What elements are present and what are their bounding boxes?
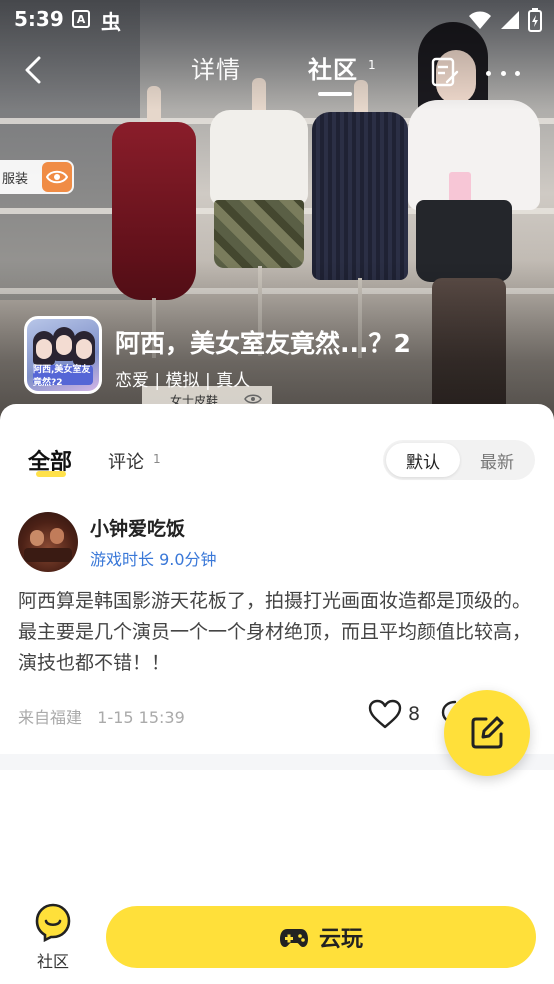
bottom-nav-community-label: 社区 — [36, 952, 69, 971]
icon-figure — [76, 339, 92, 359]
battery-icon — [528, 8, 542, 32]
avatar-figure — [50, 528, 64, 544]
top-nav: 详情 社区 1 — [0, 40, 554, 100]
status-bar: 5:39 A 虫 — [0, 0, 554, 38]
sort-switch: 默认 最新 — [383, 440, 535, 480]
filter-tab-indicator — [36, 471, 66, 477]
compose-post-button[interactable] — [444, 690, 530, 776]
heart-icon — [368, 699, 402, 729]
post-location-time: 来自福建 1-15 15:39 — [18, 708, 185, 727]
wifi-icon — [469, 11, 491, 29]
tweed-set — [312, 112, 408, 280]
comment-count: 1 — [153, 452, 161, 466]
tab-community-count: 1 — [368, 58, 376, 72]
post-username[interactable]: 小钟爱吃饭 — [90, 514, 185, 541]
avatar[interactable] — [18, 512, 78, 572]
cloud-play-label: 云玩 — [318, 927, 363, 952]
game-icon-title: 阿西,美女室友竟然?2 — [33, 365, 93, 388]
icon-figure — [56, 335, 72, 355]
game-icon[interactable]: 阿西,美女室友竟然?2 — [24, 316, 102, 394]
tab-community[interactable]: 社区 — [308, 50, 358, 85]
more-dot — [486, 70, 491, 76]
avatar-figure — [30, 530, 44, 546]
more-dot — [500, 70, 506, 76]
white-top — [210, 110, 308, 206]
status-time: 5:39 — [14, 7, 64, 31]
like-count: 8 — [408, 703, 421, 725]
icon-figure — [36, 339, 52, 359]
status-indicators — [468, 8, 542, 32]
game-title: 阿西，美女室友竟然...？2 — [115, 329, 411, 358]
avatar-figure — [24, 548, 72, 562]
write-review-button[interactable] — [430, 56, 460, 88]
edit-note-icon — [431, 57, 459, 87]
post-playtime: 游戏时长 9.0分钟 — [90, 550, 217, 569]
a-icon: A — [72, 10, 90, 28]
camo-shorts — [214, 200, 304, 268]
like-button[interactable]: 8 — [368, 696, 420, 732]
more-dot — [515, 70, 520, 76]
filter-tab-comment[interactable]: 评论 — [108, 448, 144, 474]
eye-icon — [42, 162, 72, 192]
chevron-left-icon — [25, 56, 41, 84]
back-button[interactable] — [16, 52, 50, 88]
signal-icon — [501, 11, 519, 29]
game-tags: 恋爱 | 模拟 | 真人 — [115, 371, 251, 391]
active-tab-indicator — [318, 92, 352, 96]
bug-icon: 虫 — [101, 10, 121, 34]
sort-default-button[interactable]: 默认 — [386, 443, 460, 477]
tab-detail[interactable]: 详情 — [191, 50, 241, 85]
bottom-nav-community[interactable]: 社区 — [30, 902, 76, 976]
compose-icon — [471, 716, 504, 749]
hero-clothing-tag[interactable]: 服装 — [0, 160, 74, 194]
model-shirt — [408, 100, 540, 210]
post-body[interactable]: 阿西算是韩国影游天花板了，拍摄打光画面妆造都是顶级的。最主要是几个演员一个一个身… — [18, 586, 540, 679]
gamepad-icon — [279, 929, 308, 947]
cloud-play-button[interactable]: 云玩 — [106, 906, 536, 968]
sort-latest-button[interactable]: 最新 — [462, 443, 532, 477]
hero-tag-label: 服装 — [2, 171, 29, 187]
smiley-bubble-icon — [35, 903, 71, 942]
more-options-button[interactable] — [486, 58, 520, 88]
